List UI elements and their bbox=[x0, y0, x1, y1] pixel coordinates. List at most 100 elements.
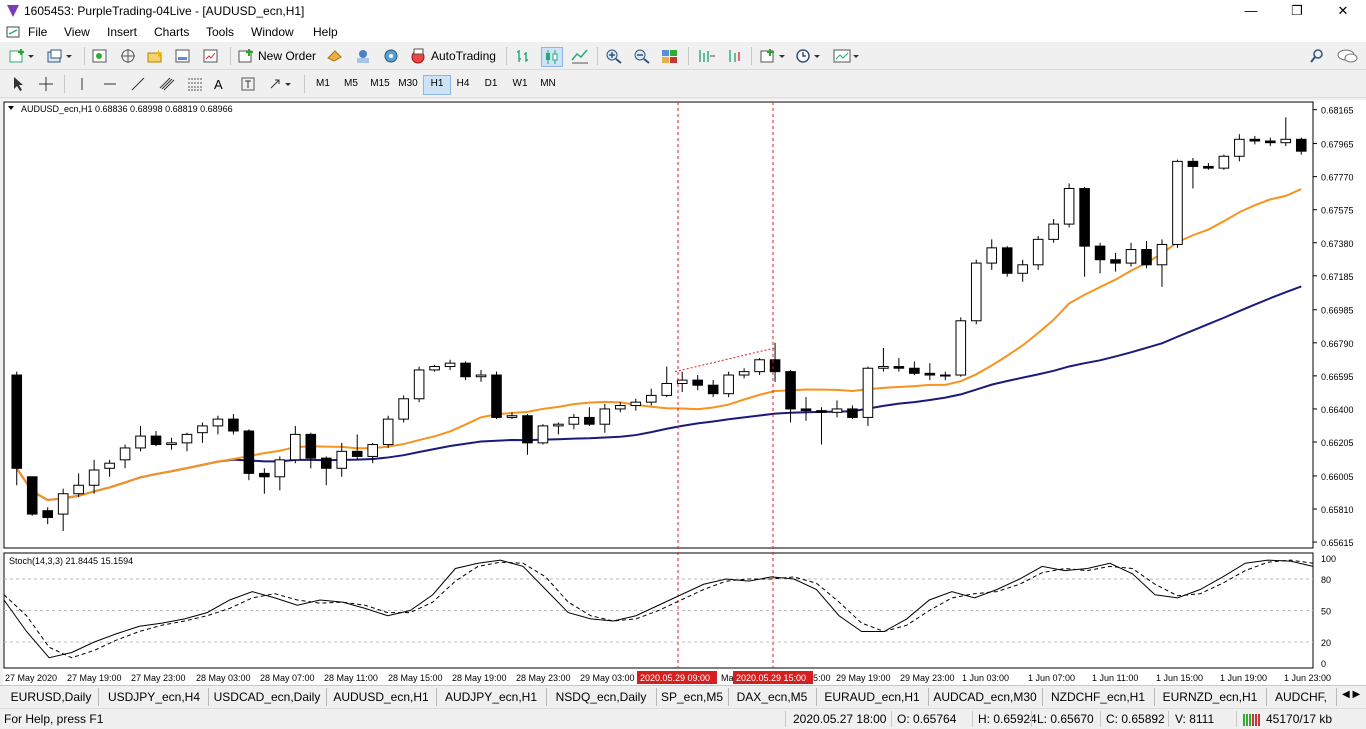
menu-tools[interactable]: Tools bbox=[206, 25, 234, 39]
signals-button[interactable] bbox=[354, 47, 372, 65]
timeframe-m1[interactable]: M1 bbox=[310, 75, 336, 93]
price-axis-label: 0.66005 bbox=[1321, 472, 1354, 482]
tile-windows-button[interactable] bbox=[660, 47, 680, 65]
line-chart-icon bbox=[571, 49, 588, 64]
candle-body bbox=[336, 450, 348, 469]
candle-body bbox=[862, 367, 874, 418]
text-tool-button[interactable]: A bbox=[214, 75, 223, 93]
navigator-star-icon bbox=[147, 49, 163, 63]
new-order-button[interactable]: New Order bbox=[237, 47, 316, 65]
close-button[interactable]: ✕ bbox=[1320, 0, 1366, 22]
chart-window[interactable]: 0.68165 0.67965 0.67770 0.67575 0.67380 0.671… bbox=[3, 100, 1366, 685]
chat-icon bbox=[1337, 49, 1358, 63]
chart-window-icon bbox=[6, 26, 20, 38]
chart-tab[interactable]: NZDCHF_ecn,H1 bbox=[1042, 688, 1155, 706]
menu-insert[interactable]: Insert bbox=[107, 25, 137, 39]
chart-tabs: EURUSD,Daily USDJPY_ecn,H4 USDCAD_ecn,Dail… bbox=[0, 685, 1366, 708]
timeframe-h4[interactable]: H4 bbox=[450, 75, 476, 93]
candle-body bbox=[645, 394, 657, 403]
candlesticks-button[interactable] bbox=[541, 47, 563, 67]
menu-window[interactable]: Window bbox=[251, 25, 294, 39]
chart-tab[interactable]: USDCAD_ecn,Daily bbox=[208, 688, 327, 706]
text-label-button[interactable] bbox=[240, 75, 256, 93]
autoscroll-button[interactable] bbox=[724, 47, 744, 65]
templates-button[interactable] bbox=[832, 47, 862, 65]
chart-tab[interactable]: AUDUSD_ecn,H1 bbox=[326, 688, 437, 706]
standard-toolbar: New Order AutoTrading bbox=[0, 43, 1366, 70]
candle-body bbox=[1017, 264, 1028, 274]
text-label-icon bbox=[241, 77, 255, 91]
time-axis-label: 28 May 19:00 bbox=[452, 673, 507, 683]
status-open: O: 0.65764 bbox=[897, 712, 957, 726]
strategy-tester-button[interactable] bbox=[202, 47, 220, 65]
chart-tab[interactable]: AUDJPY_ecn,H1 bbox=[436, 688, 547, 706]
periods-button[interactable] bbox=[795, 47, 823, 65]
minimize-button[interactable]: — bbox=[1228, 0, 1274, 22]
vertical-line-button[interactable] bbox=[74, 75, 90, 93]
chart-shift-button[interactable] bbox=[696, 47, 716, 65]
horizontal-line-button[interactable] bbox=[102, 75, 118, 93]
chart-tab[interactable]: EURAUD_ecn,H1 bbox=[816, 688, 929, 706]
menu-help[interactable]: Help bbox=[313, 25, 338, 39]
timeframe-m5[interactable]: M5 bbox=[338, 75, 364, 93]
menu-file[interactable]: File bbox=[28, 25, 47, 39]
metaeditor-button[interactable] bbox=[326, 47, 344, 65]
timeframe-d1[interactable]: D1 bbox=[478, 75, 504, 93]
arrows-button[interactable] bbox=[268, 75, 294, 93]
chat-button[interactable] bbox=[1337, 47, 1359, 65]
timeframe-h1[interactable]: H1 bbox=[423, 75, 451, 95]
chart-tab[interactable]: AUDCAD_ecn,M30 bbox=[928, 688, 1043, 706]
candle-body bbox=[1280, 138, 1292, 144]
price-chart[interactable]: 0.68165 0.67965 0.67770 0.67575 0.67380 0.671… bbox=[3, 100, 1366, 685]
market-watch-button[interactable] bbox=[91, 47, 109, 65]
candle-body bbox=[305, 433, 317, 459]
candle-body bbox=[197, 425, 208, 434]
chart-tab[interactable]: NSDQ_ecn,Daily bbox=[546, 688, 657, 706]
indicators-button[interactable] bbox=[759, 47, 787, 65]
crosshair-tool-button[interactable] bbox=[38, 75, 54, 93]
zoom-in-button[interactable] bbox=[604, 47, 624, 65]
terminal-button[interactable] bbox=[174, 47, 192, 65]
candle-body bbox=[290, 433, 301, 461]
menu-charts[interactable]: Charts bbox=[154, 25, 189, 39]
maximize-button[interactable]: ❐ bbox=[1274, 0, 1320, 22]
tab-scroll-arrows[interactable]: ◀ ▶ bbox=[1342, 689, 1360, 700]
time-marker-label: 2020.05.29 15:00 bbox=[736, 673, 806, 683]
chart-tab[interactable]: AUDCHF, bbox=[1266, 688, 1337, 706]
market-button[interactable] bbox=[382, 47, 400, 65]
chart-tab[interactable]: EURUSD,Daily bbox=[4, 688, 99, 706]
autotrading-button[interactable]: AutoTrading bbox=[410, 47, 496, 65]
time-axis-label: 1 Jun 15:00 bbox=[1156, 673, 1203, 683]
data-window-button[interactable] bbox=[119, 47, 137, 65]
bar-chart-button[interactable] bbox=[514, 47, 534, 65]
zoom-out-button[interactable] bbox=[632, 47, 652, 65]
crosshair-target-icon bbox=[121, 49, 135, 63]
fibonacci-button[interactable] bbox=[186, 75, 204, 93]
timeframe-m30[interactable]: M30 bbox=[395, 75, 421, 93]
navigator-button[interactable] bbox=[146, 47, 164, 65]
chart-tab[interactable]: SP_ecn,M5 bbox=[656, 688, 729, 706]
chart-tab[interactable]: USDJPY_ecn,H4 bbox=[100, 688, 209, 706]
candle-body bbox=[1203, 165, 1214, 169]
chart-tab[interactable]: DAX_ecn,M5 bbox=[728, 688, 817, 706]
equidistant-channel-button[interactable] bbox=[158, 75, 176, 93]
line-chart-button[interactable] bbox=[570, 47, 590, 65]
timeframe-w1[interactable]: W1 bbox=[507, 75, 533, 93]
trendline-button[interactable] bbox=[130, 75, 146, 93]
zoom-in-icon bbox=[606, 49, 622, 64]
cursor-tool-button[interactable] bbox=[10, 75, 26, 93]
search-button[interactable] bbox=[1309, 47, 1325, 65]
time-axis-label: 29 May 03:00 bbox=[580, 673, 635, 683]
chart-tab[interactable]: EURNZD_ecn,H1 bbox=[1154, 688, 1267, 706]
time-axis-label: 1 Jun 07:00 bbox=[1028, 673, 1075, 683]
profiles-button[interactable] bbox=[46, 47, 74, 65]
candle-body bbox=[398, 398, 409, 420]
timeframe-m15[interactable]: M15 bbox=[367, 75, 393, 93]
candle-body bbox=[1141, 249, 1152, 266]
menu-view[interactable]: View bbox=[64, 25, 90, 39]
candle-body bbox=[970, 262, 982, 322]
new-chart-button[interactable] bbox=[8, 47, 34, 65]
horizontal-line-icon bbox=[104, 83, 116, 85]
candle-body bbox=[150, 435, 162, 446]
timeframe-mn[interactable]: MN bbox=[535, 75, 561, 93]
